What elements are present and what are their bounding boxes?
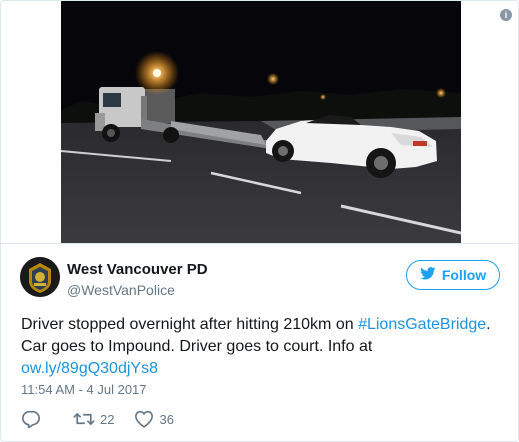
avatar[interactable] [20,257,60,297]
like-count: 36 [159,411,174,427]
follow-label: Follow [441,267,487,283]
info-link[interactable]: ow.ly/89gQ30djYs8 [21,360,158,377]
follow-button[interactable]: Follow [406,260,500,290]
retweet-icon [73,411,95,427]
tweet-text: Driver stopped overnight after hitting 2… [21,314,506,380]
tweet-photo[interactable] [61,1,461,243]
tweet-card: i West Vancouver PD @WestVanPolice Follo… [0,0,519,442]
hashtag-link[interactable]: #LionsGateBridge [358,316,486,333]
reply-icon [21,410,41,428]
retweet-button[interactable]: 22 [73,411,114,427]
like-button[interactable]: 36 [134,410,174,428]
retweet-count: 22 [100,411,115,427]
info-icon[interactable]: i [500,9,512,21]
twitter-bird-icon [419,267,436,283]
heart-icon [134,410,154,428]
author-handle[interactable]: @WestVanPolice [67,282,175,298]
author-name[interactable]: West Vancouver PD [67,261,208,278]
divider [1,243,518,244]
timestamp[interactable]: 11:54 AM - 4 Jul 2017 [21,382,147,397]
tweet-text-part-1: Driver stopped overnight after hitting 2… [21,316,359,333]
action-bar: 22 36 [21,409,174,429]
reply-button[interactable] [21,410,41,428]
